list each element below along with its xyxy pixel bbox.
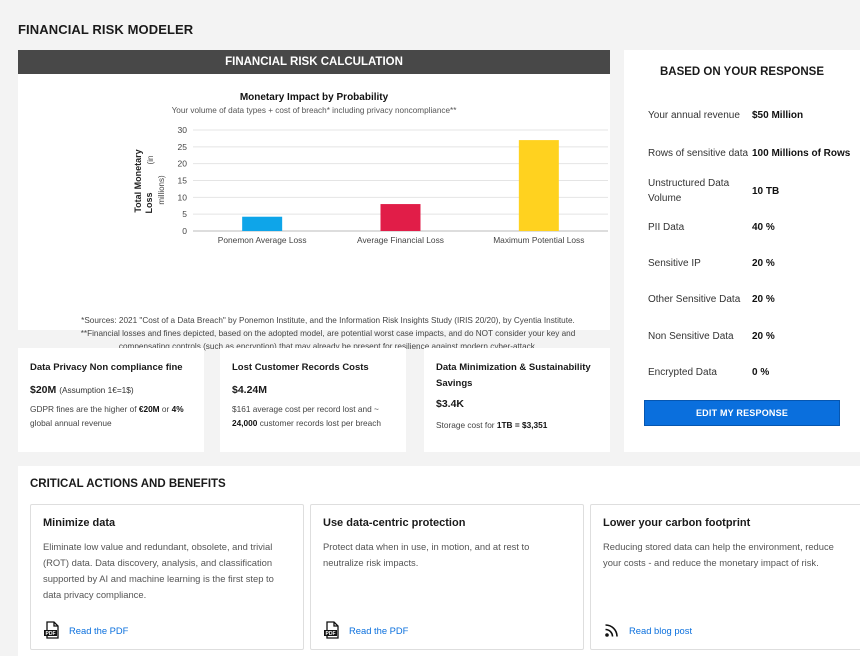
response-value: $50 Million	[752, 110, 804, 121]
actions-title: CRITICAL ACTIONS AND BENEFITS	[30, 478, 226, 490]
action-title: Minimize data	[43, 517, 116, 529]
sources-line-1: *Sources: 2021 "Cost of a Data Breach" b…	[81, 316, 575, 325]
desc-bold: 1TB = $3,351	[496, 420, 548, 430]
metric-amount: $3.4K	[436, 398, 465, 410]
response-value: 10 TB	[752, 185, 780, 197]
y-axis-label-unit: millions)	[157, 175, 166, 205]
desc-text: or	[159, 404, 172, 414]
action-card-minimize-data: Minimize data Eliminate low value and re…	[30, 504, 304, 650]
desc-text: global annual revenue	[30, 418, 112, 428]
pdf-icon: PDF	[324, 621, 339, 639]
response-title: BASED ON YOUR RESPONSE	[659, 66, 824, 78]
pdf-icon: PDF	[44, 621, 59, 639]
response-label: Sensitive IP	[648, 258, 701, 269]
action-title: Lower your carbon footprint	[603, 517, 751, 529]
link-label: Read the PDF	[69, 624, 129, 636]
action-card-carbon-footprint: Lower your carbon footprint Reducing sto…	[590, 504, 860, 650]
metric-value: $20M (Assumption 1€=1$)	[30, 384, 192, 396]
metric-amount: $20M	[30, 384, 57, 396]
x-tick-label: Average Financial Loss	[357, 235, 444, 245]
y-tick-label: 0	[182, 226, 187, 236]
metric-title: Data Privacy Non compliance fine	[30, 362, 183, 373]
metric-title: Lost Customer Records Costs	[232, 362, 369, 373]
response-label: Unstructured Data Volume	[648, 178, 730, 204]
desc-text: $161 average cost per record lost and ~	[232, 404, 379, 414]
metric-amount: $4.24M	[232, 384, 268, 396]
monetary-impact-chart: Monetary Impact by Probability Your volum…	[133, 92, 608, 245]
bar	[518, 140, 559, 231]
metric-card-minimization-savings: Data Minimization & Sustainability Savin…	[424, 348, 610, 452]
bar	[242, 216, 283, 231]
svg-text:PDF: PDF	[326, 631, 336, 637]
action-card-data-centric-protection: Use data-centric protection Protect data…	[310, 504, 584, 650]
action-description: Protect data when in use, in motion, and…	[323, 541, 530, 568]
y-tick-label: 10	[178, 192, 188, 202]
chart-title: Monetary Impact by Probability	[240, 92, 389, 103]
response-label: Your annual revenue	[648, 110, 740, 121]
metric-assumption: (Assumption 1€=1$)	[59, 385, 134, 395]
response-label: Encrypted Data	[648, 367, 717, 378]
y-tick-label: 30	[178, 125, 188, 135]
link-label: Read blog post	[629, 624, 693, 636]
desc-text: Storage cost for	[436, 420, 497, 430]
action-description: Reducing stored data can help the enviro…	[603, 541, 834, 568]
y-axis-label-unit: (in	[146, 156, 155, 165]
svg-text:PDF: PDF	[46, 631, 56, 637]
response-label: Rows of sensitive data	[648, 148, 749, 159]
desc-bold: 4%	[171, 404, 184, 414]
calc-header: FINANCIAL RISK CALCULATION	[18, 50, 610, 74]
risk-calculation-panel: FINANCIAL RISK CALCULATION Monetary Impa…	[18, 50, 610, 351]
metric-description: $161 average cost per record lost and ~ …	[232, 402, 394, 430]
metric-title: Data Minimization & Sustainability Savin…	[436, 362, 591, 389]
desc-bold: €20M	[138, 404, 160, 414]
read-blog-link[interactable]: Read blog post	[603, 621, 692, 639]
critical-actions-section: CRITICAL ACTIONS AND BENEFITS Minimize d…	[18, 466, 860, 656]
response-row-pii: PII Data 40 %	[648, 220, 860, 235]
x-tick-label: Maximum Potential Loss	[493, 235, 584, 245]
response-value: 20 %	[752, 258, 775, 269]
response-label: Other Sensitive Data	[648, 294, 741, 305]
response-row-revenue: Your annual revenue $50 Million	[648, 108, 860, 123]
y-tick-label: 15	[178, 176, 188, 186]
response-row-encrypted: Encrypted Data 0 %	[648, 365, 860, 380]
edit-response-button[interactable]: EDIT MY RESPONSE	[644, 400, 840, 426]
response-row-unstructured: Unstructured Data Volume 10 TB	[648, 176, 860, 206]
y-tick-label: 5	[182, 209, 187, 219]
bar	[380, 204, 421, 231]
response-row-other-sensitive: Other Sensitive Data 20 %	[648, 292, 860, 307]
x-tick-label: Ponemon Average Loss	[218, 235, 307, 245]
response-value: 0 %	[752, 367, 770, 378]
read-pdf-link[interactable]: PDF Read the PDF	[323, 621, 408, 639]
action-title: Use data-centric protection	[323, 517, 466, 529]
page-title: FINANCIAL RISK MODELER	[18, 22, 194, 37]
response-value: 20 %	[752, 331, 775, 342]
metric-description: Storage cost for 1TB = $3,351	[436, 418, 598, 432]
response-label: Non Sensitive Data	[648, 331, 734, 342]
rss-icon	[605, 624, 618, 637]
response-row-sensitive-ip: Sensitive IP 20 %	[648, 256, 860, 271]
metric-card-lost-records: Lost Customer Records Costs $4.24M $161 …	[220, 348, 406, 452]
response-row-non-sensitive: Non Sensitive Data 20 %	[648, 329, 860, 344]
chart-subtitle: Your volume of data types + cost of brea…	[172, 106, 458, 115]
action-description: Eliminate low value and redundant, obsol…	[43, 541, 274, 600]
response-panel: BASED ON YOUR RESPONSE Your annual reven…	[624, 50, 860, 452]
desc-bold: 24,000	[232, 418, 258, 428]
y-axis-label-loss: Loss	[144, 192, 154, 213]
metric-description: GDPR fines are the higher of €20M or 4% …	[30, 402, 192, 430]
desc-text: GDPR fines are the higher of	[30, 404, 139, 414]
response-value: 40 %	[752, 222, 775, 233]
metric-card-privacy-fine: Data Privacy Non compliance fine $20M (A…	[18, 348, 204, 452]
y-axis-label-main: Total Monetary	[133, 149, 143, 212]
response-value: 100 Millions of Rows	[752, 148, 851, 159]
y-tick-label: 20	[178, 159, 188, 169]
response-value: 20 %	[752, 294, 775, 305]
y-tick-label: 25	[178, 142, 188, 152]
response-label: PII Data	[648, 222, 685, 233]
read-pdf-link[interactable]: PDF Read the PDF	[43, 621, 128, 639]
desc-text: customer records lost per breach	[257, 418, 381, 428]
link-label: Read the PDF	[349, 624, 409, 636]
response-row-rows: Rows of sensitive data 100 Millions of R…	[648, 146, 860, 161]
